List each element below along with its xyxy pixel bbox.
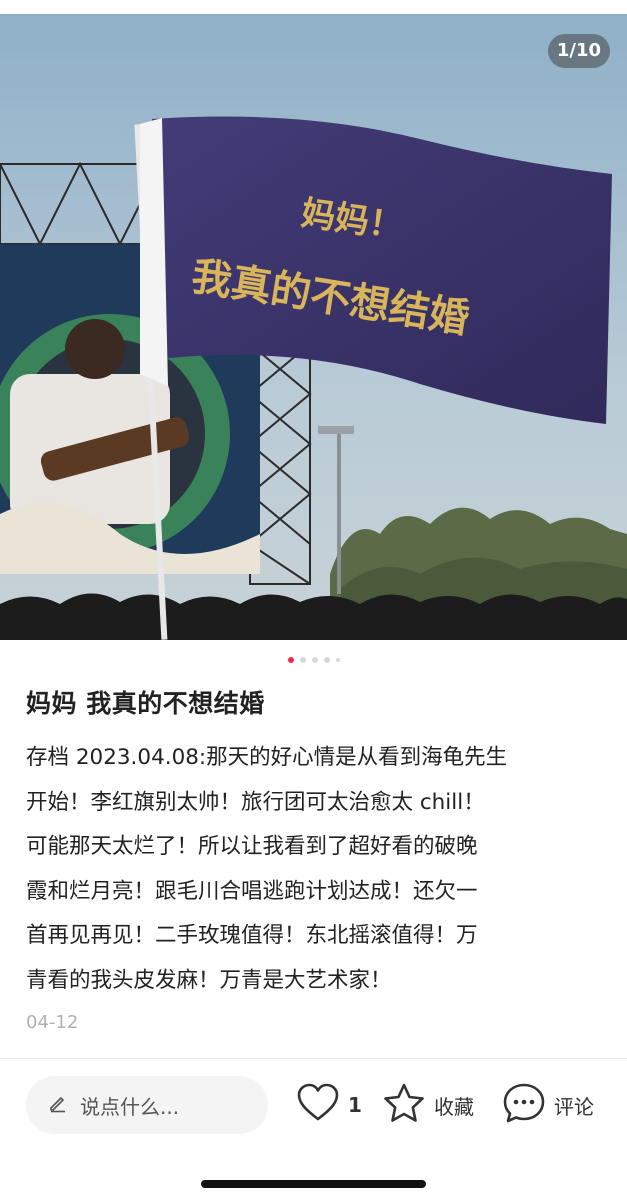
carousel-dot-4[interactable] [323, 657, 330, 663]
carousel-dot-2[interactable] [299, 657, 306, 663]
image-counter: 1/10 [547, 34, 610, 68]
post-body-line: 存档 2023.04.08:那天的好心情是从看到海龟先生 [26, 745, 508, 770]
post-body-line: 青看的我头皮发麻！万青是大艺术家！ [26, 967, 392, 993]
comment-label: 评论 [554, 1094, 594, 1119]
home-indicator[interactable] [201, 1180, 426, 1188]
post-body-line: 开始！李红旗别太帅！旅行团可太治愈太 chill！ [26, 789, 485, 815]
pencil-icon [48, 1093, 68, 1117]
carousel-dot-3[interactable] [311, 657, 318, 663]
post-date: 04-12 [26, 1012, 79, 1033]
carousel-dots[interactable] [0, 657, 627, 663]
comment-button[interactable]: 评论 [502, 1082, 594, 1128]
post-body: 存档 2023.04.08:那天的好心情是从看到海龟先生 开始！李红旗别太帅！旅… [26, 736, 606, 1003]
like-count: 1 [348, 1093, 362, 1117]
concert-photo: 妈妈！ 我真的不想结婚 [0, 14, 627, 640]
heart-icon [296, 1083, 340, 1127]
post-image[interactable]: 妈妈！ 我真的不想结婚 1/10 [0, 14, 627, 640]
star-icon [382, 1082, 426, 1128]
post-body-line: 可能那天太烂了！所以让我看到了超好看的破晚 [26, 834, 478, 859]
post-title: 妈妈 我真的不想结婚 [26, 689, 265, 718]
carousel-dot-1[interactable] [287, 657, 294, 663]
divider [0, 1058, 627, 1059]
post-body-line: 霞和烂月亮！跟毛川合唱逃跑计划达成！还欠一 [26, 878, 478, 904]
comment-bubble-icon [502, 1082, 546, 1128]
comment-input[interactable]: 说点什么... [26, 1076, 268, 1134]
collect-label: 收藏 [434, 1094, 474, 1119]
post-body-line: 首再见再见！二手玫瑰值得！东北摇滚值得！万 [26, 923, 478, 948]
comment-placeholder: 说点什么... [80, 1094, 180, 1119]
carousel-dot-5[interactable] [335, 658, 340, 662]
collect-button[interactable]: 收藏 [382, 1082, 474, 1128]
like-button[interactable]: 1 [296, 1082, 362, 1128]
